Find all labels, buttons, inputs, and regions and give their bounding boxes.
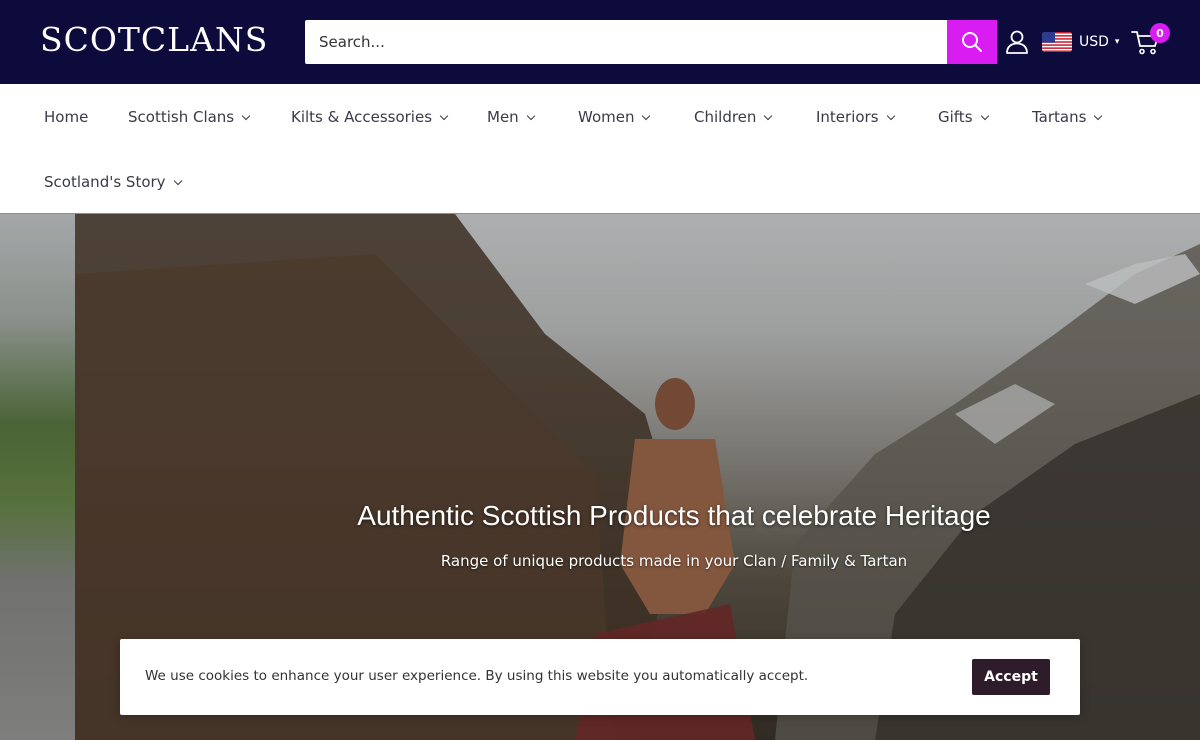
- chevron-down-icon: ▾: [1114, 37, 1120, 47]
- nav-item-interiors[interactable]: Interiors: [816, 108, 895, 126]
- chevron-down-icon: [764, 111, 773, 120]
- nav-item-men[interactable]: Men: [487, 108, 535, 126]
- hero-title: Authentic Scottish Products that celebra…: [357, 500, 991, 531]
- chevron-down-icon: [439, 111, 449, 120]
- site-logo[interactable]: SCOTCLANS: [40, 20, 268, 59]
- search-input[interactable]: [305, 20, 947, 64]
- us-flag-icon: [1042, 32, 1072, 52]
- chevron-down-icon: [526, 111, 535, 120]
- accept-cookies-button[interactable]: Accept: [972, 659, 1050, 695]
- chevron-down-icon: [173, 176, 182, 185]
- cookie-message: We use cookies to enhance your user expe…: [145, 668, 809, 684]
- nav-item-kilts-accessories[interactable]: Kilts & Accessories: [291, 108, 449, 126]
- nav-item-label: Scotland's Story: [44, 173, 166, 191]
- nav-item-children[interactable]: Children: [694, 108, 773, 126]
- nav-item-women[interactable]: Women: [578, 108, 651, 126]
- nav-item-label: Home: [44, 108, 89, 126]
- chevron-down-icon: [642, 111, 651, 120]
- nav-item-scotlands-story[interactable]: Scotland's Story: [44, 173, 182, 191]
- chevron-down-icon: [980, 111, 989, 120]
- nav-item-label: Kilts & Accessories: [291, 108, 433, 126]
- nav-item-label: Gifts: [938, 108, 973, 126]
- nav-item-scottish-clans[interactable]: Scottish Clans: [128, 108, 251, 126]
- search-bar: [305, 20, 997, 64]
- nav-item-label: Children: [694, 108, 757, 126]
- nav-item-label: Scottish Clans: [128, 108, 235, 126]
- nav-item-label: Interiors: [816, 108, 879, 126]
- chevron-down-icon: [1094, 111, 1103, 120]
- site-header: SCOTCLANS USD: [0, 0, 1200, 84]
- nav-item-label: Tartans: [1032, 108, 1087, 126]
- account-icon[interactable]: [1004, 29, 1030, 55]
- nav-item-label: Men: [487, 108, 519, 126]
- nav-item-label: Women: [578, 108, 635, 126]
- search-icon: [962, 32, 982, 52]
- cookie-banner: We use cookies to enhance your user expe…: [120, 639, 1080, 715]
- currency-selector[interactable]: USD ▾: [1042, 30, 1119, 54]
- search-button[interactable]: [947, 20, 997, 64]
- chevron-down-icon: [241, 111, 251, 120]
- cart-count-badge: 0: [1150, 23, 1170, 43]
- hero-subtitle: Range of unique products made in your Cl…: [440, 552, 908, 570]
- nav-item-home[interactable]: Home: [44, 108, 88, 126]
- nav-item-gifts[interactable]: Gifts: [938, 108, 989, 126]
- chevron-down-icon: [886, 111, 895, 120]
- nav-item-tartans[interactable]: Tartans: [1032, 108, 1103, 126]
- main-nav: Home Scottish Clans Kilts & Accessories …: [0, 84, 1200, 214]
- currency-label: USD: [1079, 34, 1109, 50]
